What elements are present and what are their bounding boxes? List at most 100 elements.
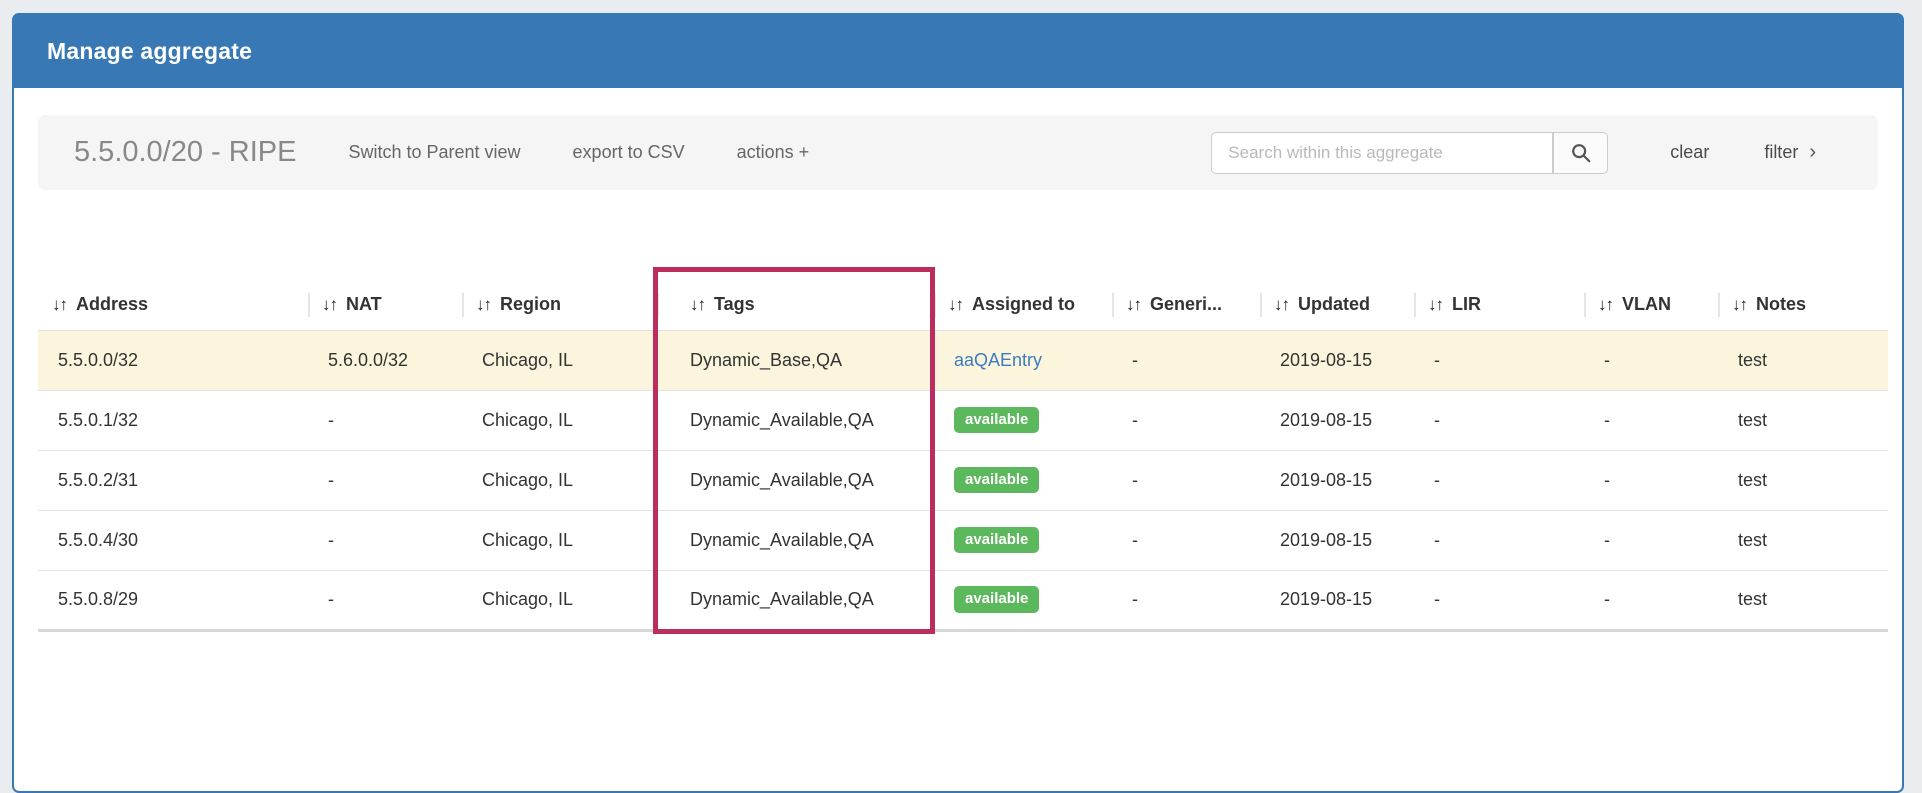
export-csv-link[interactable]: export to CSV [573, 142, 685, 163]
panel-body: 5.5.0.0/20 - RIPE Switch to Parent view … [14, 88, 1902, 632]
cell-nat: 5.6.0.0/32 [308, 330, 462, 390]
clear-button[interactable]: clear [1670, 142, 1709, 163]
col-header-vlan[interactable]: ↓↑VLAN [1584, 280, 1718, 330]
col-header-assigned-to[interactable]: ↓↑ Assigned to [934, 280, 1112, 330]
col-header-notes[interactable]: ↓↑ Notes [1718, 280, 1888, 330]
sort-icon: ↓↑ [476, 295, 491, 314]
cell-assigned-to: available [934, 570, 1112, 630]
cell-generic: - [1112, 570, 1260, 630]
cell-assigned-to: available [934, 510, 1112, 570]
status-badge: available [954, 527, 1039, 554]
table-row[interactable]: 5.5.0.1/32 - Chicago, IL Dynamic_Availab… [38, 390, 1888, 450]
table-row[interactable]: 5.5.0.0/32 5.6.0.0/32 Chicago, IL Dynami… [38, 330, 1888, 390]
col-header-label: NAT [346, 294, 382, 314]
col-header-label: Notes [1756, 294, 1806, 314]
cell-lir: - [1414, 570, 1584, 630]
panel-heading: Manage aggregate [14, 15, 1902, 88]
col-header-label: Address [76, 294, 148, 314]
sort-icon: ↓↑ [1126, 295, 1141, 314]
cell-generic: - [1112, 450, 1260, 510]
col-header-lir[interactable]: ↓↑ LIR [1414, 280, 1584, 330]
status-badge: available [954, 586, 1039, 613]
col-header-label: LIR [1452, 294, 1481, 314]
sort-icon: ↓↑ [948, 295, 963, 314]
cell-assigned-to: aaQAEntry [934, 330, 1112, 390]
table-row[interactable]: 5.5.0.8/29 - Chicago, IL Dynamic_Availab… [38, 570, 1888, 630]
cell-notes: test [1718, 510, 1888, 570]
cell-region: Chicago, IL [462, 390, 657, 450]
table-row[interactable]: 5.5.0.4/30 - Chicago, IL Dynamic_Availab… [38, 510, 1888, 570]
cell-vlan: - [1584, 450, 1718, 510]
col-header-label: Assigned to [972, 294, 1075, 314]
table-row[interactable]: 5.5.0.2/31 - Chicago, IL Dynamic_Availab… [38, 450, 1888, 510]
col-header-tags[interactable]: ↓↑ Tags [657, 280, 934, 330]
cell-tags: Dynamic_Available,QA [657, 570, 934, 630]
col-header-label: Generi... [1150, 294, 1222, 314]
switch-parent-view-link[interactable]: Switch to Parent view [348, 142, 520, 163]
col-header-updated[interactable]: ↓↑ Updated [1260, 280, 1414, 330]
col-header-region[interactable]: ↓↑ Region [462, 280, 657, 330]
aggregate-title: 5.5.0.0/20 - RIPE [74, 136, 296, 169]
chevron-right-icon: › [1809, 141, 1816, 164]
col-header-nat[interactable]: ↓↑ NAT [308, 280, 462, 330]
cell-vlan: - [1584, 570, 1718, 630]
sort-icon: ↓↑ [1732, 295, 1747, 314]
cell-lir: - [1414, 450, 1584, 510]
toolbar: 5.5.0.0/20 - RIPE Switch to Parent view … [38, 115, 1878, 190]
cell-notes: test [1718, 390, 1888, 450]
filter-label: filter [1764, 142, 1798, 163]
cell-address: 5.5.0.2/31 [38, 450, 308, 510]
cell-generic: - [1112, 510, 1260, 570]
sort-icon: ↓↑ [1428, 295, 1443, 314]
cell-region: Chicago, IL [462, 570, 657, 630]
table-header-row: ↓↑Address ↓↑NAT ↓↑Region ↓↑Tags ↓↑Assign… [38, 280, 1888, 330]
sort-icon: ↓↑ [1274, 295, 1289, 314]
cell-lir: - [1414, 390, 1584, 450]
cell-vlan: - [1584, 390, 1718, 450]
manage-aggregate-panel: Manage aggregate 5.5.0.0/20 - RIPE Switc… [12, 13, 1904, 793]
col-header-label: Updated [1298, 294, 1370, 314]
search-input[interactable] [1211, 132, 1553, 174]
cell-assigned-to: available [934, 450, 1112, 510]
magnifier-icon [1570, 142, 1592, 164]
cell-assigned-to: available [934, 390, 1112, 450]
cell-tags: Dynamic_Available,QA [657, 510, 934, 570]
cell-nat: - [308, 570, 462, 630]
col-header-label: Region [500, 294, 561, 314]
col-header-address[interactable]: ↓↑Address [38, 280, 308, 330]
cell-generic: - [1112, 330, 1260, 390]
search-button[interactable] [1553, 132, 1608, 174]
assigned-entry-link[interactable]: aaQAEntry [954, 350, 1042, 370]
sort-icon: ↓↑ [690, 295, 705, 314]
cell-notes: test [1718, 450, 1888, 510]
cell-nat: - [308, 390, 462, 450]
cell-region: Chicago, IL [462, 330, 657, 390]
sort-icon: ↓↑ [322, 295, 337, 314]
cell-updated: 2019-08-15 [1260, 330, 1414, 390]
col-header-label: Tags [714, 294, 755, 314]
cell-notes: test [1718, 330, 1888, 390]
col-header-label: VLAN [1622, 294, 1671, 314]
cell-vlan: - [1584, 510, 1718, 570]
filter-button[interactable]: filter › [1764, 141, 1816, 164]
cell-address: 5.5.0.1/32 [38, 390, 308, 450]
cell-region: Chicago, IL [462, 510, 657, 570]
aggregate-table: ↓↑Address ↓↑NAT ↓↑Region ↓↑Tags ↓↑Assign… [38, 280, 1888, 632]
cell-address: 5.5.0.8/29 [38, 570, 308, 630]
cell-lir: - [1414, 330, 1584, 390]
cell-tags: Dynamic_Available,QA [657, 390, 934, 450]
page-title: Manage aggregate [47, 38, 252, 65]
actions-menu-button[interactable]: actions + [737, 142, 810, 163]
cell-updated: 2019-08-15 [1260, 390, 1414, 450]
col-header-generic[interactable]: ↓↑ Generi... [1112, 280, 1260, 330]
cell-region: Chicago, IL [462, 450, 657, 510]
status-badge: available [954, 467, 1039, 494]
search-group [1211, 132, 1608, 174]
cell-updated: 2019-08-15 [1260, 510, 1414, 570]
cell-updated: 2019-08-15 [1260, 570, 1414, 630]
cell-address: 5.5.0.0/32 [38, 330, 308, 390]
cell-tags: Dynamic_Base,QA [657, 330, 934, 390]
cell-notes: test [1718, 570, 1888, 630]
cell-lir: - [1414, 510, 1584, 570]
status-badge: available [954, 407, 1039, 434]
